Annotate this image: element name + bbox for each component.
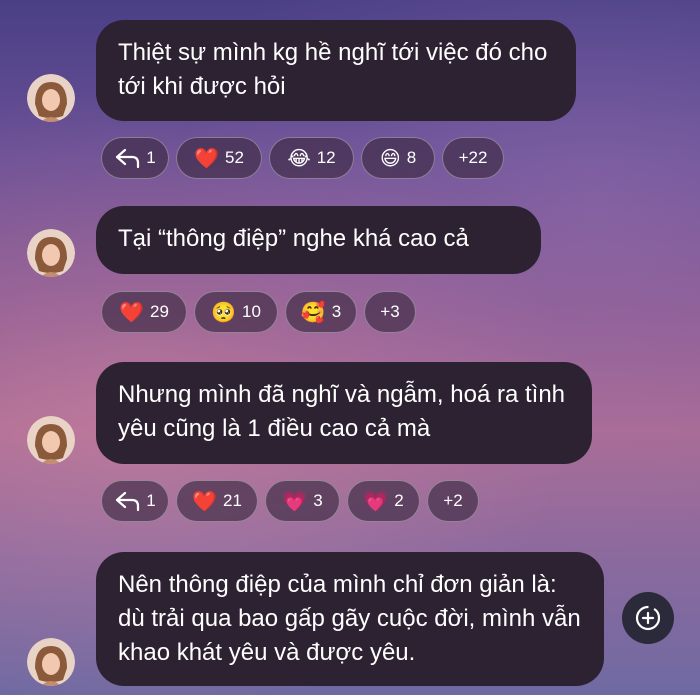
more-reactions[interactable]: +3 bbox=[364, 291, 416, 333]
message-bubble[interactable]: Nên thông điệp của mình chỉ đơn giản là:… bbox=[96, 552, 604, 686]
reaction-count: 52 bbox=[224, 148, 244, 167]
reaction-count: 2 bbox=[394, 491, 404, 510]
reaction-pleading[interactable]: 🥺 10 bbox=[194, 291, 278, 333]
reaction-heart[interactable]: ❤️ 21 bbox=[176, 480, 258, 522]
heart-icon: ❤️ bbox=[119, 300, 144, 324]
reaction-count: 10 bbox=[241, 302, 261, 321]
reaction-smiling-hearts[interactable]: 🥰 3 bbox=[285, 291, 357, 333]
add-reaction-button[interactable] bbox=[622, 592, 674, 644]
heart-icon: ❤️ bbox=[194, 146, 219, 170]
message-bubble[interactable]: Nhưng mình đã nghĩ và ngẫm, hoá ra tình … bbox=[96, 362, 592, 464]
more-reactions[interactable]: +22 bbox=[442, 137, 504, 179]
reaction-heart[interactable]: ❤️ 29 bbox=[101, 291, 187, 333]
reaction-sparkling-heart[interactable]: 💗 2 bbox=[347, 480, 420, 522]
laughing-tears-icon: 😂 bbox=[287, 146, 311, 170]
pink-heart-icon: 💗 bbox=[282, 489, 308, 513]
reaction-count: 29 bbox=[149, 302, 169, 321]
avatar[interactable] bbox=[27, 638, 75, 686]
reaction-count: 12 bbox=[316, 148, 336, 167]
reply-count: 1 bbox=[146, 491, 156, 510]
reply-count-chip[interactable]: 1 bbox=[101, 480, 169, 522]
reply-count: 1 bbox=[146, 148, 156, 167]
reactions-row: 1 ❤️ 52 😂 12 😄 8 +22 bbox=[101, 137, 504, 179]
reaction-heart[interactable]: ❤️ 52 bbox=[176, 137, 262, 179]
reaction-count: 3 bbox=[313, 491, 323, 510]
smiling-hearts-icon: 🥰 bbox=[300, 300, 326, 324]
reply-icon bbox=[116, 491, 140, 512]
reaction-joy[interactable]: 😂 12 bbox=[269, 137, 354, 179]
heart-icon: ❤️ bbox=[192, 489, 217, 513]
reaction-grin[interactable]: 😄 8 bbox=[361, 137, 435, 179]
reaction-count: 21 bbox=[222, 491, 242, 510]
message-bubble[interactable]: Thiệt sự mình kg hề nghĩ tới việc đó cho… bbox=[96, 20, 576, 121]
avatar[interactable] bbox=[27, 416, 75, 464]
grin-icon: 😄 bbox=[379, 146, 401, 170]
more-reactions[interactable]: +2 bbox=[427, 480, 479, 522]
reaction-count: 3 bbox=[331, 302, 342, 321]
sparkling-heart-icon: 💗 bbox=[363, 489, 389, 513]
reaction-count: 8 bbox=[406, 148, 417, 167]
pleading-face-icon: 🥺 bbox=[211, 300, 236, 324]
reaction-pink-heart[interactable]: 💗 3 bbox=[265, 480, 340, 522]
avatar[interactable] bbox=[27, 74, 75, 122]
add-circle-icon bbox=[635, 605, 661, 631]
reply-count-chip[interactable]: 1 bbox=[101, 137, 169, 179]
reactions-row: ❤️ 29 🥺 10 🥰 3 +3 bbox=[101, 291, 416, 333]
reply-icon bbox=[116, 148, 140, 169]
reactions-row: 1 ❤️ 21 💗 3 💗 2 +2 bbox=[101, 480, 479, 522]
avatar[interactable] bbox=[27, 229, 75, 277]
message-bubble[interactable]: Tại “thông điệp” nghe khá cao cả bbox=[96, 206, 541, 274]
